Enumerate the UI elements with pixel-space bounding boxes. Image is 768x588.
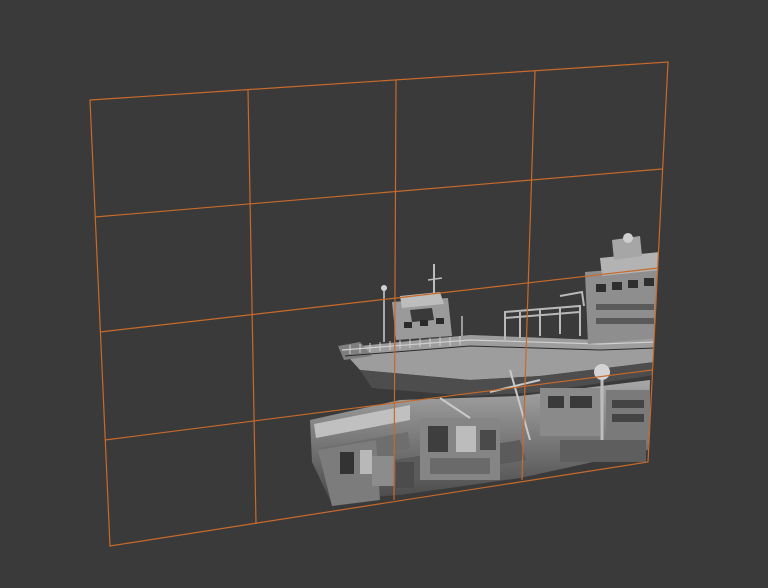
command-tower [585, 233, 660, 344]
grid-col-line [247, 89, 257, 525]
grid-row-line [99, 267, 659, 333]
grid-row-line [94, 168, 663, 218]
deck-gantry [504, 290, 585, 340]
viewport-canvas[interactable] [0, 0, 768, 588]
3d-viewport[interactable] [0, 0, 768, 588]
island-superstructure [381, 264, 463, 342]
